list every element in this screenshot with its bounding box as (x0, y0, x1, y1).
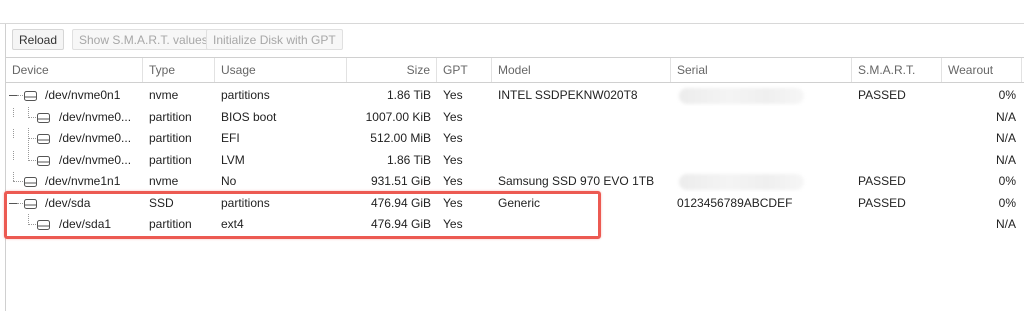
hard-drive-icon (24, 177, 37, 187)
wearout-cell: 0% (998, 195, 1016, 210)
smart-cell (852, 214, 942, 235)
usage-cell: BIOS boot (221, 109, 277, 124)
serial-cell: 0123456789ABCDEF (677, 195, 793, 210)
tree-connector (13, 181, 23, 182)
toolbar: Reload Show S.M.A.R.T. values Initialize… (6, 24, 1024, 56)
column-header-smart[interactable]: S.M.A.R.T. (852, 58, 942, 82)
tree-connector (17, 95, 23, 96)
gpt-cell: Yes (443, 131, 463, 145)
column-header-serial[interactable]: Serial (671, 58, 852, 82)
type-cell: partition (149, 109, 192, 124)
size-cell: 931.51 GiB (370, 174, 431, 188)
tree-connector (28, 138, 36, 139)
tree-connector (13, 106, 14, 117)
smart-cell: PASSED (858, 174, 906, 188)
model-cell (492, 128, 671, 149)
serial-cell (671, 85, 852, 106)
type-cell: nvme (149, 174, 179, 188)
redacted-serial (679, 88, 804, 104)
model-cell (492, 107, 671, 128)
size-cell: 1.86 TiB (386, 152, 431, 167)
hard-drive-icon (37, 155, 50, 166)
column-header-gpt[interactable]: GPT (437, 58, 492, 82)
grid-header: Device Type Usage Size GPT Model Serial … (6, 57, 1024, 83)
usage-cell: partitions (221, 88, 270, 102)
serial-cell (671, 107, 852, 128)
tree-connector (13, 149, 14, 160)
device-name: /dev/nvme1n1 (45, 174, 121, 188)
device-name: /dev/nvme0n1 (45, 88, 121, 102)
column-header-size[interactable]: Size (347, 58, 437, 82)
gpt-cell: Yes (443, 174, 463, 188)
column-header-device[interactable]: Device (6, 58, 143, 82)
reload-button[interactable]: Reload (12, 29, 65, 50)
serial-cell (671, 214, 852, 235)
device-cell: /dev/nvme0... (6, 149, 143, 171)
usage-cell: No (221, 174, 237, 188)
smart-cell (852, 128, 942, 149)
hard-drive-icon (24, 91, 37, 101)
wearout-cell: N/A (995, 217, 1016, 231)
column-header-wearout[interactable]: Wearout (942, 58, 1022, 82)
size-cell: 1007.00 KiB (365, 109, 431, 124)
column-header-model[interactable]: Model (492, 58, 671, 82)
hard-drive-icon (37, 134, 50, 144)
column-header-type[interactable]: Type (143, 58, 215, 82)
model-cell (492, 150, 671, 171)
type-cell: nvme (149, 88, 179, 102)
wearout-cell: N/A (995, 109, 1016, 124)
smart-cell (852, 107, 942, 128)
size-cell: 512.00 MiB (370, 131, 431, 145)
device-cell: /dev/nvme0... (6, 106, 143, 128)
gpt-cell: Yes (443, 109, 463, 124)
type-cell: partition (149, 131, 192, 145)
wearout-cell: N/A (995, 131, 1016, 145)
initialize-disk-gpt-button[interactable]: Initialize Disk with GPT (206, 29, 343, 50)
serial-cell (671, 128, 852, 149)
device-name: /dev/nvme0... (59, 109, 132, 124)
tree-connector (28, 116, 36, 118)
usage-cell: LVM (221, 152, 245, 167)
collapse-icon[interactable] (9, 95, 17, 96)
tree-connector (13, 128, 14, 138)
table-row[interactable]: /dev/nvme0... partition LVM 1.86 TiB Yes… (6, 149, 1024, 172)
smart-cell (852, 150, 942, 171)
table-row[interactable]: /dev/nvme0n1 nvme partitions 1.86 TiB Ye… (6, 85, 1024, 107)
gpt-cell: Yes (443, 152, 463, 167)
device-name: /dev/nvme0... (59, 131, 132, 145)
smart-cell: PASSED (858, 88, 906, 102)
gpt-cell: Yes (443, 88, 463, 102)
model-cell: INTEL SSDPEKNW020T8 (498, 88, 638, 102)
wearout-cell: 0% (998, 174, 1016, 188)
usage-cell: EFI (221, 131, 240, 145)
tree-connector (13, 171, 14, 181)
device-name: /dev/nvme0... (59, 152, 132, 167)
serial-cell (671, 171, 852, 192)
smart-cell: PASSED (858, 195, 906, 210)
tree-connector (28, 159, 36, 161)
device-cell: /dev/nvme0n1 (6, 85, 143, 106)
wearout-cell: N/A (995, 152, 1016, 167)
device-cell: /dev/nvme0... (6, 128, 143, 149)
wearout-cell: 0% (998, 88, 1016, 102)
type-cell: partition (149, 152, 192, 167)
device-cell: /dev/nvme1n1 (6, 171, 143, 192)
serial-cell (671, 150, 852, 171)
column-header-usage[interactable]: Usage (215, 58, 347, 82)
hard-drive-icon (37, 112, 50, 123)
show-smart-values-button[interactable]: Show S.M.A.R.T. values (72, 29, 215, 50)
table-row[interactable]: /dev/nvme0... partition EFI 512.00 MiB Y… (6, 128, 1024, 150)
size-cell: 1.86 TiB (386, 88, 431, 102)
table-row[interactable]: /dev/nvme1n1 nvme No 931.51 GiB Yes Sams… (6, 171, 1024, 193)
table-row[interactable]: /dev/nvme0... partition BIOS boot 1007.0… (6, 106, 1024, 129)
model-cell: Samsung SSD 970 EVO 1TB (498, 174, 655, 188)
highlight-box (4, 191, 601, 239)
redacted-serial (679, 174, 804, 190)
